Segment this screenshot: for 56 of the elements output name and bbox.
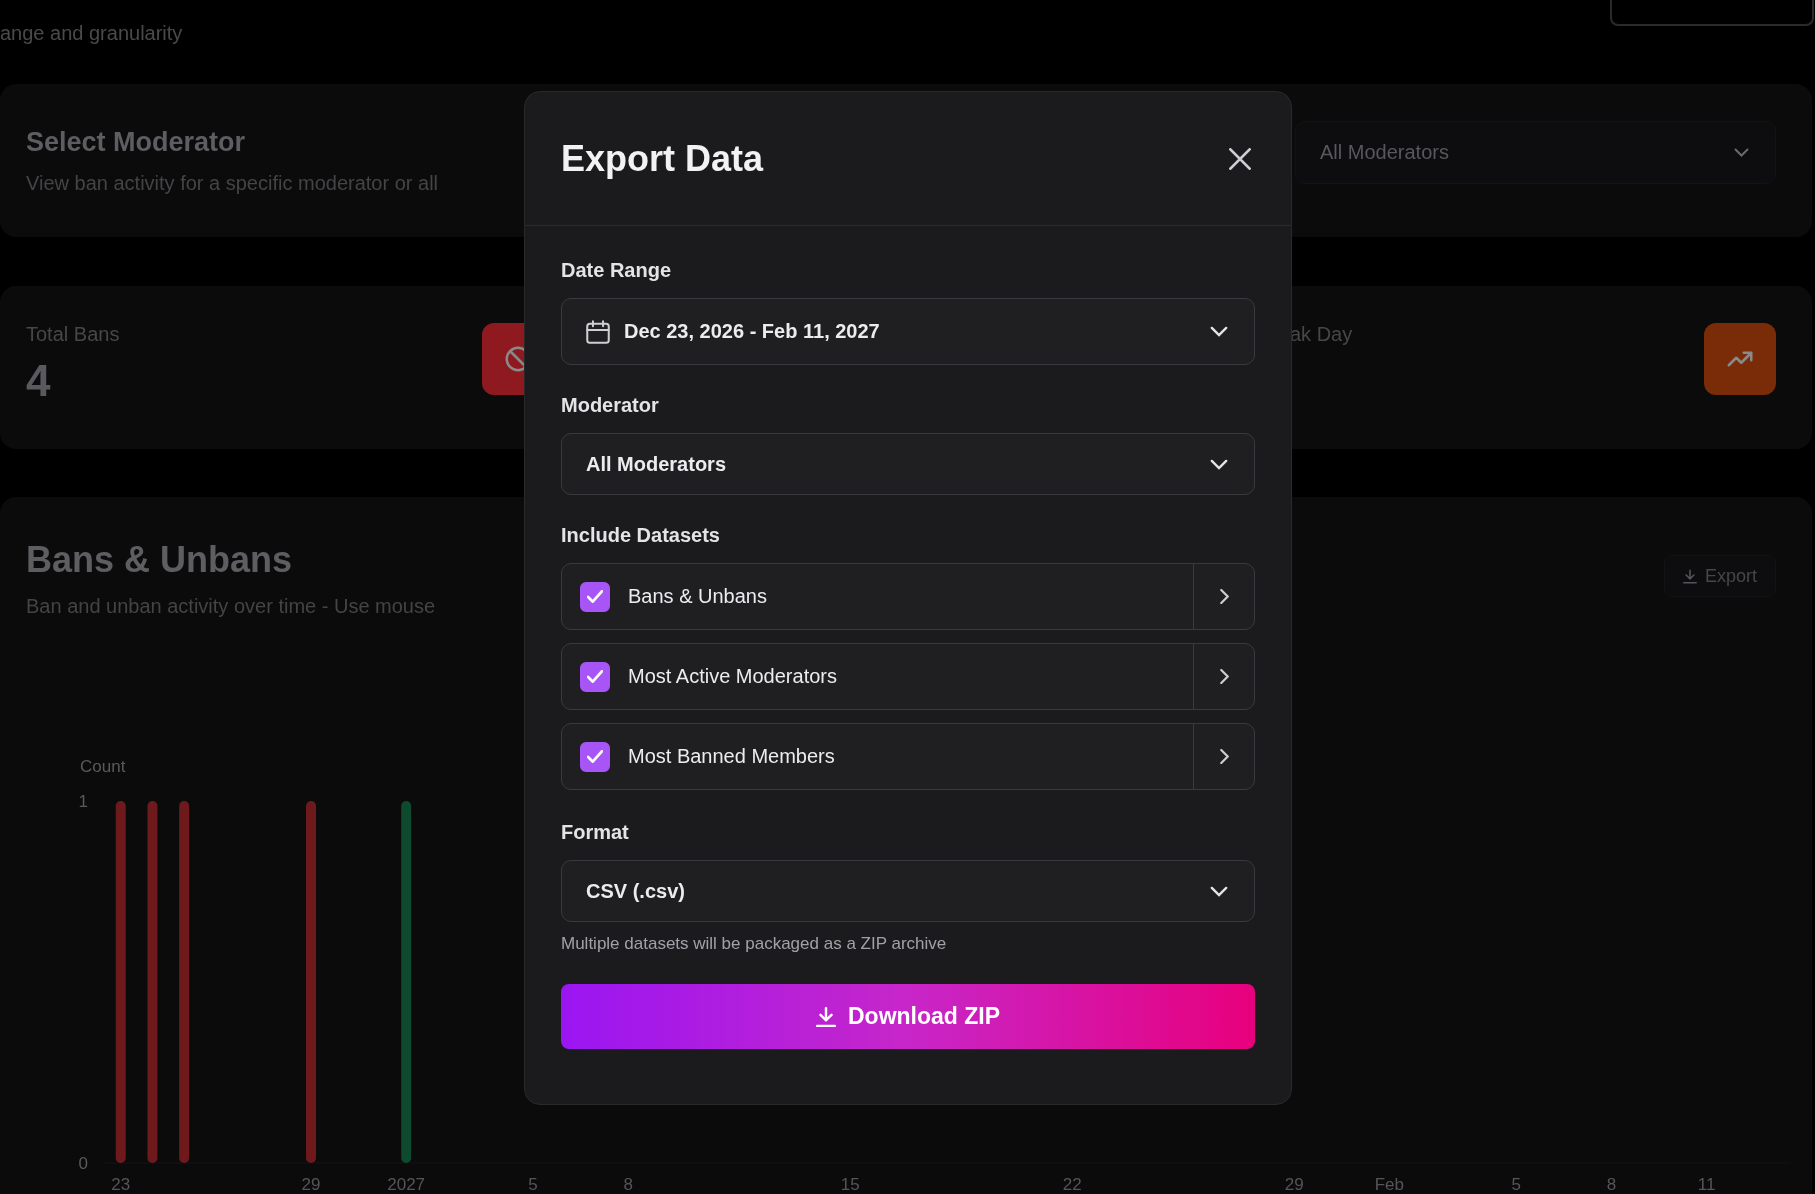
chart-description: Ban and unban activity over time - Use mouse — [26, 595, 436, 618]
check-icon — [587, 670, 603, 683]
field-label: Include Datasets — [561, 523, 721, 547]
format-select[interactable]: CSV (.csv) — [561, 860, 1255, 922]
chevron-down-icon — [1210, 326, 1228, 337]
dataset-row[interactable]: Most Banned Members — [561, 723, 1255, 790]
tick-label: 5 — [528, 1175, 538, 1194]
chevron-down-icon — [1210, 885, 1228, 897]
axis-label: Count — [80, 757, 126, 776]
dataset-row[interactable]: Most Active Moderators — [561, 643, 1255, 710]
field-label: Moderator — [561, 393, 660, 417]
moderator-select[interactable]: All Moderators — [561, 433, 1255, 495]
page-description: ange and granularity — [0, 21, 183, 45]
tick-label: 15 — [840, 1175, 860, 1194]
dataset-row[interactable]: Bans & Unbans — [561, 563, 1255, 630]
tick-label: Feb — [1374, 1175, 1405, 1194]
download-icon — [815, 1006, 836, 1027]
field-label: Format — [561, 820, 630, 844]
stat-value: 4 — [26, 356, 52, 406]
download-button[interactable]: Download ZIP — [561, 984, 1255, 1049]
chevron-down-icon — [1210, 458, 1228, 470]
tick-label: 22 — [1062, 1175, 1082, 1194]
tick-label: 29 — [1284, 1175, 1304, 1194]
checkbox[interactable] — [580, 581, 610, 612]
field-label: Date Range — [561, 258, 673, 282]
chart-title: Bans & Unbans — [26, 539, 294, 581]
section-title: Select Moderator — [26, 126, 247, 158]
chevron-right-icon — [1219, 669, 1229, 684]
chevron-right-icon — [1219, 749, 1229, 764]
check-icon — [587, 590, 603, 603]
chevron-down-icon — [1734, 148, 1749, 157]
tick-label: 23 — [111, 1175, 131, 1194]
tick-label: 8 — [1606, 1175, 1617, 1194]
dialog-title: Export Data — [561, 137, 764, 180]
stat-label: ak Day — [1290, 323, 1353, 346]
calendar-icon — [586, 319, 610, 344]
tick-label: 8 — [623, 1175, 633, 1194]
tick-label: 2027 — [387, 1175, 426, 1194]
date-range-select[interactable]: Dec 23, 2026 - Feb 11, 2027 — [561, 298, 1255, 365]
tick-label: 29 — [301, 1175, 321, 1194]
checkbox[interactable] — [580, 661, 610, 692]
tick-label: 1 — [78, 792, 88, 811]
close-icon — [1229, 147, 1251, 170]
chevron-right-icon — [1219, 589, 1229, 604]
dataset-label: Most Active Moderators — [628, 665, 837, 688]
stat-label: Total Bans — [26, 323, 120, 346]
dataset-label: Bans & Unbans — [628, 585, 767, 608]
check-icon — [587, 750, 603, 763]
section-description: View ban activity for a specific moderator or all — [26, 171, 439, 195]
tick-label: 5 — [1511, 1175, 1521, 1194]
format-hint: Multiple datasets will be packaged as a ZIP archive — [561, 934, 948, 954]
checkbox[interactable] — [580, 741, 610, 772]
dataset-label: Most Banned Members — [628, 745, 835, 768]
download-icon — [1682, 568, 1697, 584]
tick-label: 0 — [78, 1154, 88, 1173]
tick-label: 11 — [1697, 1175, 1716, 1194]
